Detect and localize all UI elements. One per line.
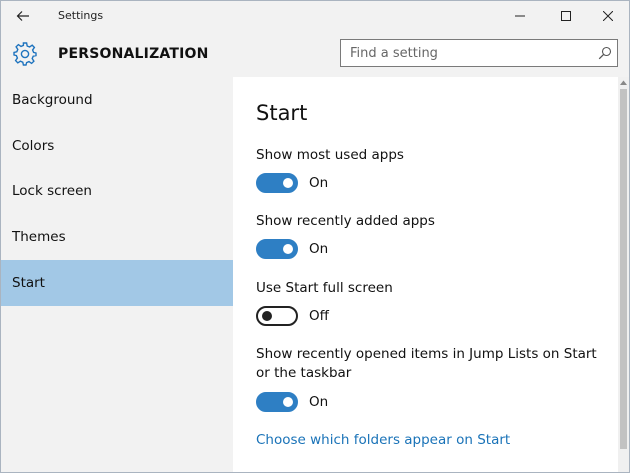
sidebar-item-background[interactable]: Background <box>1 77 233 123</box>
sidebar-item-lock-screen[interactable]: Lock screen <box>1 168 233 214</box>
minimize-icon <box>515 15 525 17</box>
toggle-state-text: On <box>309 394 329 410</box>
toggle-knob <box>283 178 293 188</box>
settings-window: Settings PERSONALIZATION Find a setting … <box>0 0 630 473</box>
back-arrow-icon <box>16 11 29 21</box>
section-title: PERSONALIZATION <box>58 46 209 62</box>
sidebar-item-themes[interactable]: Themes <box>1 214 233 260</box>
setting-label-recently-added: Show recently added apps <box>256 213 435 229</box>
sidebar-item-label: Colors <box>12 138 55 154</box>
sidebar-item-colors[interactable]: Colors <box>1 123 233 169</box>
title-bar: Settings <box>1 1 629 31</box>
sidebar-item-label: Lock screen <box>12 183 92 199</box>
back-button[interactable] <box>11 6 35 26</box>
search-input[interactable] <box>341 40 591 66</box>
close-button[interactable] <box>585 1 629 31</box>
settings-content: Start Show most used apps On Show recent… <box>233 77 618 472</box>
sidebar-item-label: Start <box>12 275 45 291</box>
chevron-up-icon <box>620 80 627 85</box>
sidebar-item-start[interactable]: Start <box>1 260 233 306</box>
toggle-knob <box>283 397 293 407</box>
setting-label-most-used: Show most used apps <box>256 147 404 163</box>
toggle-state-text: On <box>309 175 329 191</box>
search-icon[interactable] <box>598 46 612 60</box>
minimize-button[interactable] <box>497 1 543 31</box>
maximize-button[interactable] <box>543 1 589 31</box>
setting-label-full-screen: Use Start full screen <box>256 280 393 296</box>
scroll-thumb[interactable] <box>620 89 627 449</box>
search-box[interactable] <box>340 39 618 67</box>
recently-added-apps-toggle[interactable] <box>256 239 298 259</box>
maximize-icon <box>561 11 571 21</box>
toggle-state-text: Off <box>309 308 329 324</box>
sidebar-item-label: Background <box>12 92 93 108</box>
jump-lists-toggle[interactable] <box>256 392 298 412</box>
window-title: Settings <box>58 9 104 22</box>
close-icon <box>603 11 613 21</box>
toggle-knob <box>262 311 272 321</box>
toggle-knob <box>283 244 293 254</box>
sidebar-item-label: Themes <box>12 229 66 245</box>
setting-label-jump-lists: Show recently opened items in Jump Lists… <box>256 346 597 381</box>
scrollbar[interactable] <box>618 77 629 472</box>
choose-folders-link[interactable]: Choose which folders appear on Start <box>256 432 510 448</box>
full-screen-toggle[interactable] <box>256 306 298 326</box>
settings-header: PERSONALIZATION <box>1 31 629 77</box>
toggle-state-text: On <box>309 241 329 257</box>
gear-icon <box>13 42 37 66</box>
scroll-up-button[interactable] <box>618 77 629 88</box>
page-title: Start <box>256 101 308 125</box>
most-used-apps-toggle[interactable] <box>256 173 298 193</box>
sidebar: Background Colors Lock screen Themes Sta… <box>1 77 233 472</box>
